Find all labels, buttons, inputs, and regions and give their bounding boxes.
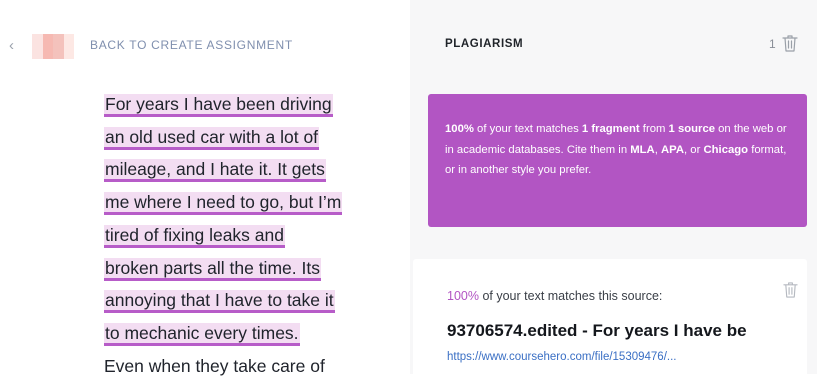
plagiarism-highlight[interactable]: me where I need to go, but I’m <box>104 192 343 216</box>
source-match-card[interactable]: 100% of your text matches this source: 9… <box>413 259 807 379</box>
plagiarism-highlight[interactable]: broken parts all the time. Its <box>104 257 321 281</box>
summary-text: of your text matches <box>473 123 582 135</box>
source-match-pct: 100% <box>447 289 479 303</box>
citation-style-mla: MLA <box>630 143 655 156</box>
avatar-segment <box>32 34 43 59</box>
avatar-segment <box>42 34 53 59</box>
essay-line: For years I have been driving <box>104 88 372 121</box>
summary-fragments: 1 fragment <box>581 123 640 135</box>
summary-text: , or <box>684 143 704 156</box>
plagiarism-highlight[interactable]: to mechanic every times. <box>104 322 300 346</box>
essay-line: me where I need to go, but I’m <box>104 186 372 219</box>
plagiarism-highlight[interactable]: annoying that I have to take it <box>104 290 335 314</box>
panel-title: PLAGIARISM <box>445 38 524 50</box>
citation-style-chicago: Chicago <box>703 143 749 156</box>
source-match-summary: 100% of your text matches this source: <box>447 289 662 303</box>
chevron-left-icon[interactable]: ‹ <box>9 37 23 55</box>
citation-style-apa: APA <box>661 143 685 156</box>
summary-pct: 100% <box>445 123 474 135</box>
plagiarism-highlight[interactable]: an old used car with a lot of <box>104 126 320 150</box>
essay-text: For years I have been driving an old use… <box>104 88 372 382</box>
summary-sources: 1 source <box>668 123 716 135</box>
essay-line: Even when they take care of <box>104 355 325 376</box>
summary-text: from <box>639 123 669 135</box>
essay-line: annoying that I have to take it <box>104 284 372 317</box>
trash-icon[interactable] <box>782 34 798 52</box>
avatar <box>32 34 74 59</box>
essay-line: to mechanic every times. <box>104 317 372 350</box>
essay-line: broken parts all the time. Its <box>104 252 372 285</box>
avatar-segment <box>63 34 74 59</box>
plagiarism-summary-card: 100% of your text matches 1 fragment fro… <box>428 94 807 227</box>
essay-line: an old used car with a lot of <box>104 121 372 154</box>
source-url-link[interactable]: https://www.coursehero.com/file/15309476… <box>447 351 676 363</box>
essay-pane: ‹ BACK TO CREATE ASSIGNMENT For years I … <box>0 0 410 376</box>
match-count-badge: 1 <box>769 37 776 51</box>
plagiarism-highlight[interactable]: For years I have been driving <box>104 94 333 117</box>
trash-icon[interactable] <box>783 281 798 298</box>
source-match-text: of your text matches this source: <box>478 289 663 303</box>
back-to-create-assignment-link[interactable]: BACK TO CREATE ASSIGNMENT <box>90 38 293 52</box>
avatar-segment <box>53 34 64 59</box>
essay-line: tired of fixing leaks and <box>104 219 372 252</box>
source-title: 93706574.edited - For years I have be <box>447 321 747 340</box>
plagiarism-highlight[interactable]: tired of fixing leaks and <box>104 224 285 248</box>
plagiarism-highlight[interactable]: mileage, and I hate it. It gets <box>104 159 326 183</box>
essay-line: mileage, and I hate it. It gets <box>104 153 372 186</box>
